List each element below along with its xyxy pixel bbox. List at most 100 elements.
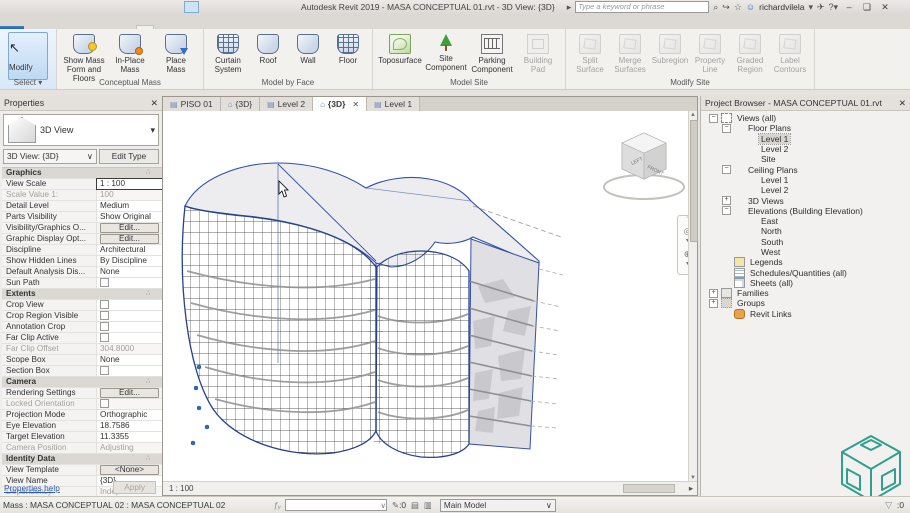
property-row[interactable]: Sun Path [2, 278, 162, 289]
view-tab-close-icon[interactable]: ✕ [352, 100, 359, 109]
qat-icon[interactable] [2, 1, 15, 13]
property-row[interactable]: Show Hidden Lines By Discipline [2, 256, 162, 267]
property-row[interactable]: Extents [2, 289, 162, 300]
property-row[interactable]: Camera [2, 377, 162, 388]
property-row[interactable]: Rendering Settings Edit... [2, 388, 162, 399]
sign-in-icon[interactable]: ↪ [722, 2, 730, 13]
tree-item[interactable]: + Families [701, 288, 910, 298]
tree-item[interactable]: Legends [701, 257, 910, 267]
ribbon-button[interactable]: Subregion [650, 32, 690, 74]
view-selector-combo[interactable]: 3D View: {3D} ∨ [3, 149, 97, 164]
edit-type-button[interactable]: Edit Type [99, 149, 159, 164]
property-row[interactable]: View Template <None> [2, 465, 162, 476]
property-row[interactable]: Scope Box None [2, 355, 162, 366]
property-row[interactable]: Eye Elevation 18.7586 [2, 421, 162, 432]
restore-button[interactable]: ❏ [860, 2, 874, 13]
property-row[interactable]: Visibility/Graphics O... Edit... [2, 223, 162, 234]
tree-item[interactable]: + Groups [701, 298, 910, 308]
tree-expand-icon[interactable]: − [722, 124, 731, 133]
ribbon-button[interactable]: Roof [248, 32, 288, 74]
tree-item[interactable]: Schedules/Quantities (all) [701, 267, 910, 277]
filter-icon[interactable]: ▽ [885, 500, 892, 511]
ribbon-button[interactable]: In-Place Mass [107, 32, 153, 83]
tree-item[interactable]: Sheets (all) [701, 278, 910, 288]
type-selector[interactable]: 3D View ▾ [3, 114, 159, 146]
tree-item[interactable]: East [701, 216, 910, 226]
project-browser-close-icon[interactable]: ✕ [899, 96, 906, 110]
property-row[interactable]: Graphics [2, 168, 162, 179]
scroll-up-icon[interactable]: ▲ [689, 112, 697, 118]
property-row[interactable]: Projection Mode Orthographic [2, 410, 162, 421]
property-row[interactable]: Graphic Display Opt... Edit... [2, 234, 162, 245]
property-row[interactable]: Camera Position Adjusting [2, 443, 162, 454]
ribbon-button[interactable]: Parking Component [469, 32, 515, 74]
vertical-scrollbar[interactable]: ▲ ▼ [688, 111, 697, 482]
tree-item[interactable]: South [701, 237, 910, 247]
properties-help-link[interactable]: Properties help [4, 483, 60, 493]
property-row[interactable]: Target Elevation 11.3355 [2, 432, 162, 443]
view-tab[interactable]: ⌂ {3D} ✕ [313, 97, 367, 111]
qat-icon[interactable] [16, 1, 29, 13]
ribbon-button[interactable]: Site Component [423, 32, 469, 74]
scale-button[interactable]: 1 : 100 [163, 484, 199, 493]
horizontal-scrollbar[interactable] [623, 484, 675, 493]
property-row[interactable]: Crop Region Visible [2, 311, 162, 322]
qat-icon[interactable] [114, 1, 127, 13]
property-row[interactable]: Default Analysis Dis... None [2, 267, 162, 278]
avatar-icon[interactable]: ☺ [746, 2, 755, 12]
qat-icon[interactable] [170, 1, 183, 13]
ribbon-button[interactable]: Show Mass Form and Floors [61, 32, 107, 83]
qat-icon[interactable] [58, 1, 71, 13]
tree-item[interactable]: − Floor Plans [701, 123, 910, 133]
property-row[interactable]: Discipline Architectural [2, 245, 162, 256]
qat-icon[interactable] [184, 1, 199, 13]
qat-icon[interactable] [100, 1, 113, 13]
user-account-button[interactable]: richardvilela [759, 2, 804, 12]
ribbon-button[interactable]: Curtain System [208, 32, 248, 74]
search-collapse-icon[interactable]: ▸ [567, 2, 572, 13]
qat-icon[interactable] [228, 1, 241, 13]
qat-icon[interactable] [128, 1, 141, 13]
status-input-dropdown-icon[interactable]: ∨ [381, 501, 387, 510]
tree-item[interactable]: Site [701, 154, 910, 164]
active-design-option-select[interactable]: Main Model ∨ [440, 499, 556, 512]
search-input[interactable]: Type a keyword or phrase [575, 1, 709, 13]
tree-expand-icon[interactable]: − [709, 114, 718, 123]
ribbon-button[interactable]: Merge Surfaces [610, 32, 650, 74]
qat-icon[interactable] [44, 1, 57, 13]
view-cube[interactable]: LEFT FRONT [604, 133, 684, 199]
tree-expand-icon[interactable]: − [722, 165, 731, 174]
close-button[interactable]: ✕ [878, 2, 892, 13]
qat-icon[interactable] [142, 1, 155, 13]
ribbon-button[interactable]: Building Pad [515, 32, 561, 74]
tree-item[interactable]: − Views (all) [701, 113, 910, 123]
apply-button[interactable]: Apply [113, 481, 156, 494]
design-options-dialog-icon[interactable]: ▥ [424, 500, 432, 510]
properties-close-icon[interactable]: ✕ [151, 96, 158, 110]
ribbon-button[interactable]: Split Surface [570, 32, 610, 74]
qat-icon[interactable] [214, 1, 227, 13]
tree-expand-icon[interactable]: − [722, 206, 731, 215]
property-row[interactable]: Section Box [2, 366, 162, 377]
ribbon-button[interactable]: Place Mass [153, 32, 199, 83]
tree-item[interactable]: Level 1 [701, 175, 910, 185]
view-tab[interactable]: ▤ PISO 01 [163, 97, 221, 111]
favorites-icon[interactable]: ☆ [734, 2, 742, 13]
modify-button[interactable]: ↖ Modify [8, 32, 48, 80]
worksets-icon[interactable]: ▤ [411, 500, 419, 510]
scrollbar-thumb[interactable] [690, 120, 698, 242]
tree-item[interactable]: Level 1 [701, 134, 910, 144]
minimize-button[interactable]: – [842, 2, 856, 12]
tree-expand-icon[interactable]: + [722, 196, 731, 205]
ribbon-button[interactable]: Floor [328, 32, 368, 74]
tree-item[interactable]: North [701, 226, 910, 236]
tree-expand-icon[interactable]: + [709, 289, 718, 298]
tree-item[interactable]: Level 2 [701, 144, 910, 154]
qat-icon[interactable] [156, 1, 169, 13]
help-icon[interactable]: ?▾ [829, 2, 839, 13]
property-row[interactable]: Locked Orientation [2, 399, 162, 410]
type-dropdown-icon[interactable]: ▾ [150, 125, 158, 136]
scroll-right-icon[interactable]: ▸ [685, 483, 697, 494]
ribbon-button[interactable]: Label Contours [770, 32, 810, 74]
property-row[interactable]: Annotation Crop [2, 322, 162, 333]
